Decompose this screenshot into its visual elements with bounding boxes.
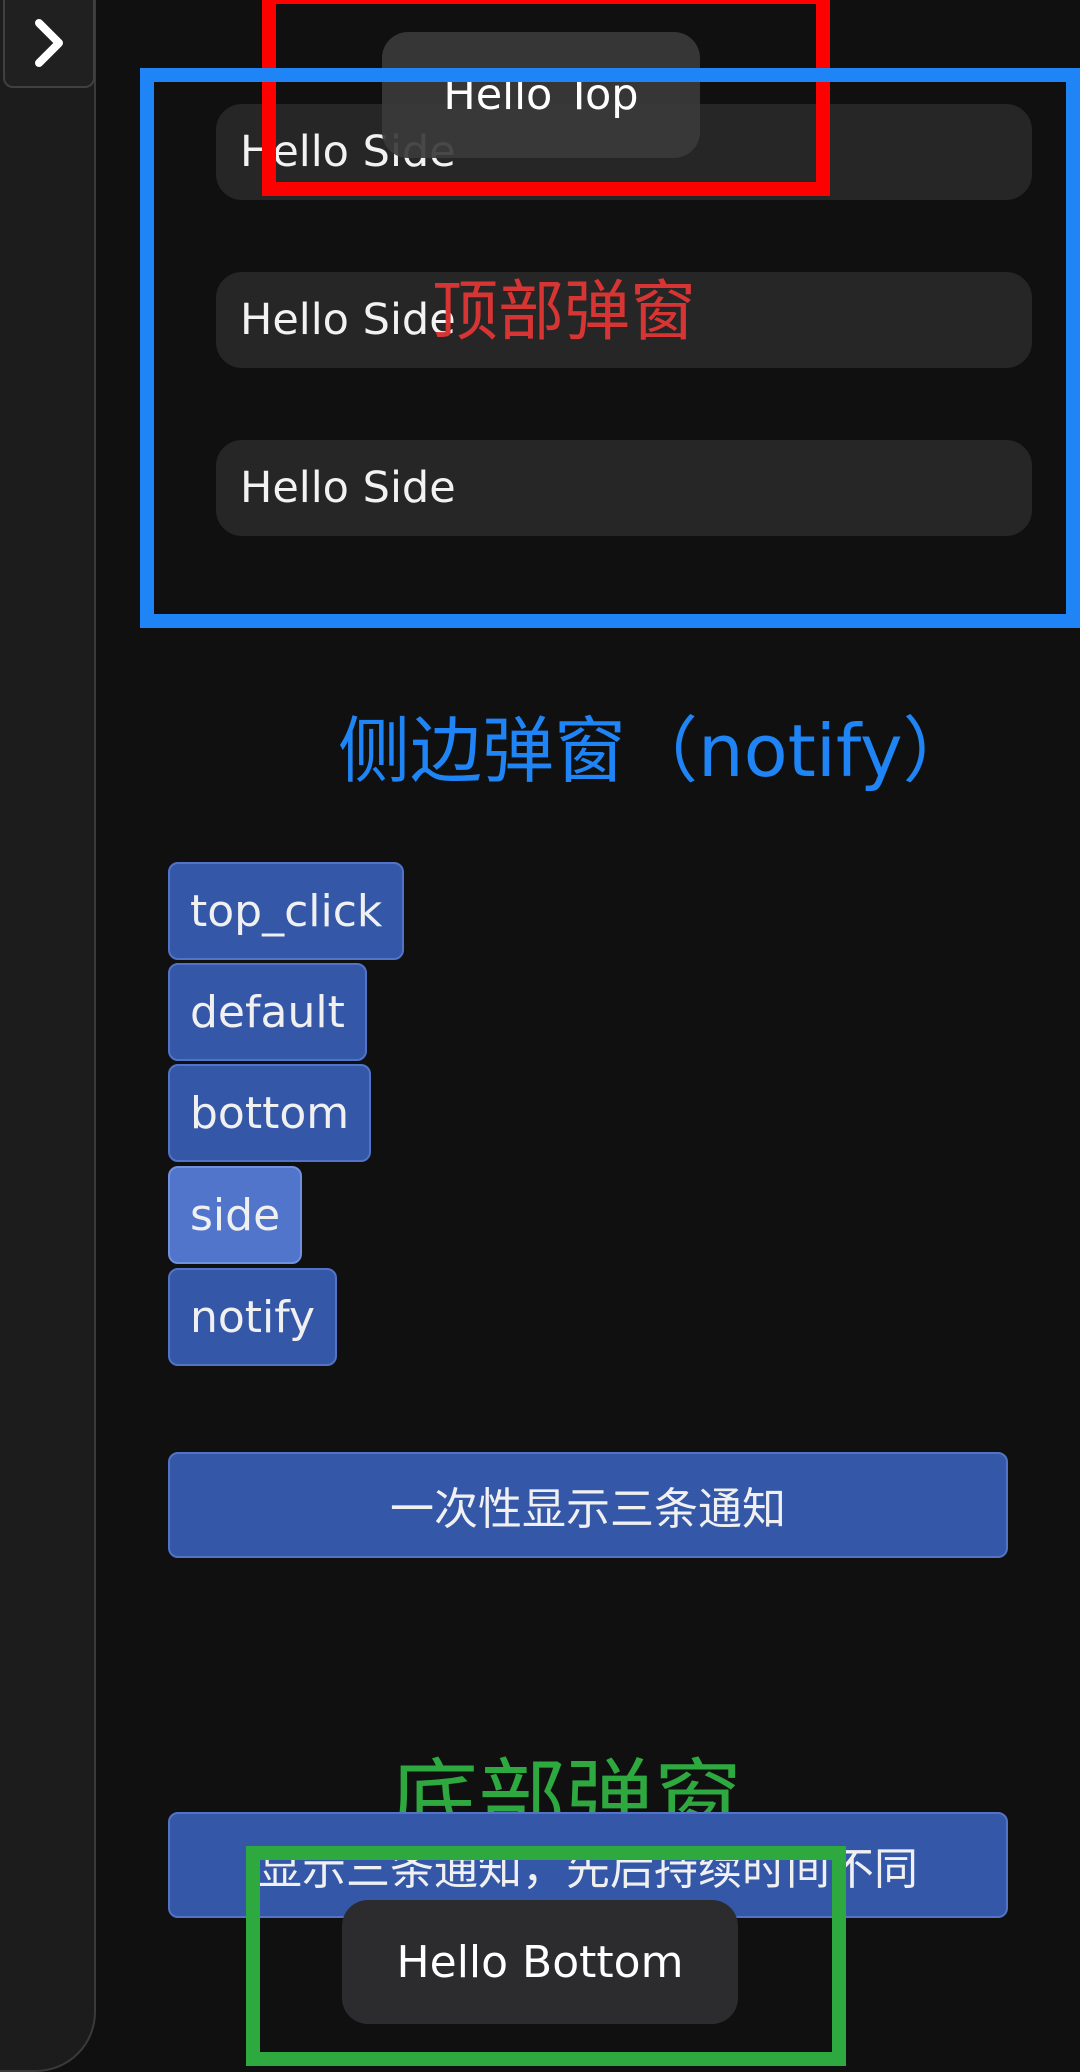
bottom-toast: Hello Bottom	[342, 1900, 738, 2024]
side-popup-highlight-edge	[1066, 68, 1080, 628]
side-notification-text: Hello Side	[240, 295, 456, 345]
side-popup-label: 侧边弹窗（notify）	[338, 709, 975, 793]
button-label: side	[190, 1189, 281, 1241]
button-label: 显示三条通知，先后持续时间不同	[258, 1844, 918, 1895]
chevron-right-icon	[29, 15, 69, 71]
bottom-toast-text: Hello Bottom	[396, 1936, 684, 1988]
app-screen: Hello Side Hello Side Hello Side Hello T…	[0, 0, 1080, 2072]
button-label: 一次性显示三条通知	[390, 1484, 786, 1535]
button-label: notify	[190, 1291, 316, 1343]
button-label: top_click	[190, 885, 383, 937]
side-notification: Hello Side	[216, 440, 1032, 536]
side-drawer	[0, 0, 96, 2072]
button-label: default	[190, 986, 345, 1038]
top-toast-text: Hello Top	[443, 70, 639, 120]
notify-button[interactable]: notify	[168, 1268, 338, 1366]
show-three-notifications-button[interactable]: 一次性显示三条通知	[168, 1452, 1008, 1558]
drawer-toggle-button[interactable]	[3, 0, 95, 88]
side-notification-text: Hello Side	[240, 463, 456, 513]
side-button[interactable]: side	[168, 1166, 303, 1264]
default-button[interactable]: default	[168, 963, 367, 1061]
button-label: bottom	[190, 1087, 350, 1139]
top-click-button[interactable]: top_click	[168, 862, 405, 960]
top-toast: Hello Top	[382, 32, 700, 158]
bottom-button[interactable]: bottom	[168, 1064, 372, 1162]
top-popup-label: 顶部弹窗	[432, 273, 696, 350]
